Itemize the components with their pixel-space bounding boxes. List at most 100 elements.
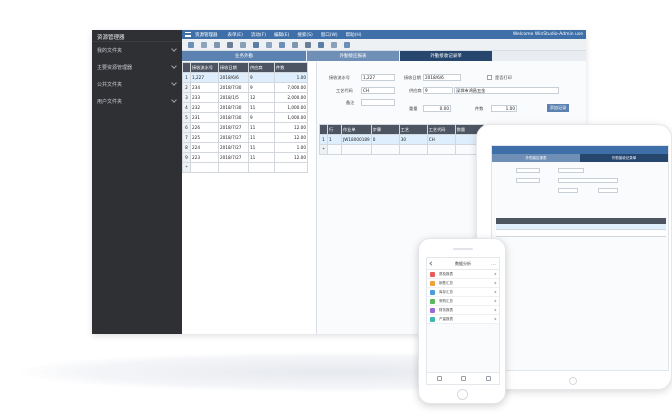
tablet-input[interactable] [558,178,618,183]
new-icon[interactable] [188,41,194,48]
tablet-input[interactable] [516,168,540,173]
cell[interactable]: 2018/6/6 [218,72,249,83]
tablet-tab-record[interactable]: 外勤接收记录单 [580,154,668,162]
cell[interactable]: 2018/1/5 [218,92,249,103]
col-header[interactable]: 接收日期 [218,62,249,73]
cell[interactable]: JW18000189 [341,134,372,145]
table-row[interactable]: 7 225 2018/7/27 11 12.00 [182,132,308,143]
cell[interactable]: 9 [248,82,275,93]
table-row[interactable]: 5 231 2018/7/30 9 1,000.00 [182,112,308,123]
new-row[interactable]: * [319,144,484,155]
cell[interactable]: 11 [248,152,275,163]
hamburger-menu-icon[interactable] [185,32,191,37]
chart-icon[interactable] [318,41,324,48]
col-header[interactable]: 件数 [274,62,308,73]
col-header[interactable]: 工艺 [398,124,428,135]
filter-icon[interactable] [253,41,259,48]
remark-field[interactable] [361,99,395,106]
cell[interactable] [341,144,372,155]
print-icon[interactable] [279,41,285,48]
copy-icon[interactable] [240,41,246,48]
tab-business[interactable]: 业务外勤 [182,51,306,61]
tablet-input[interactable] [558,188,578,193]
menu-edit[interactable]: 编辑(E) [274,32,289,38]
mail-icon[interactable] [305,41,311,48]
col-header[interactable]: 行 [327,124,342,135]
sidebar-item-main-explorer[interactable]: 主要资源管理器 [92,59,182,76]
cell[interactable]: 9 [248,72,275,83]
table-row[interactable]: 8 224 2018/7/27 11 1.00 [182,142,308,153]
cell[interactable]: 232 [190,102,219,113]
cell[interactable]: 12 [248,92,275,103]
list-item[interactable]: 库存汇总 [427,288,499,297]
menu-form[interactable]: 表单(E) [228,32,243,38]
list-item[interactable]: 财务报表 [427,306,499,315]
edit-icon[interactable] [331,41,337,48]
cell[interactable]: 11 [248,132,275,143]
cell[interactable] [370,144,400,155]
cell[interactable]: 2018/7/27 [218,142,249,153]
open-icon[interactable] [201,41,207,48]
cell[interactable]: 2018/7/27 [218,122,249,133]
add-record-button[interactable]: 添加记录 [547,104,569,112]
cell[interactable]: 1,227 [190,72,219,83]
cell[interactable]: 9 [248,112,275,123]
cell[interactable]: 225 [190,132,219,143]
print-checkbox[interactable] [487,75,492,80]
cell[interactable]: CH [426,134,456,145]
cell[interactable]: 11 [248,122,275,133]
cell[interactable]: 1,000.00 [274,112,308,123]
cell[interactable]: 2018/7/30 [218,82,249,93]
home-tab-icon[interactable] [436,376,442,381]
tablet-input[interactable] [598,188,618,193]
cell[interactable]: 2018/7/30 [218,112,249,123]
cell[interactable]: 226 [190,122,219,133]
cell[interactable]: 11 [248,142,275,153]
supplier-no-field[interactable]: 9 [423,87,453,94]
tablet-input[interactable] [516,178,540,183]
phone-home-button[interactable] [457,389,468,400]
cell[interactable]: 234 [190,82,219,93]
cell[interactable] [426,144,456,155]
cell[interactable]: 223 [190,152,219,163]
cell[interactable]: 1 [327,134,342,145]
list-icon[interactable] [266,41,272,48]
sidebar-item-my-folder[interactable]: 我的文件夹 [92,42,182,59]
table-row[interactable]: 1 1 JW18000189 0 30 CH [319,134,484,145]
list-item[interactable]: 质检报表 [427,270,499,279]
cell[interactable]: 2018/7/27 [218,152,249,163]
report-tab-icon[interactable] [461,376,467,381]
list-item[interactable]: 销售汇总 [427,279,499,288]
col-header[interactable]: 作业单 [341,124,372,135]
cell[interactable]: 2018/7/27 [218,132,249,143]
menu-flow[interactable]: 流动(F) [251,32,266,38]
list-item[interactable]: 产量报表 [427,315,499,324]
menu-search[interactable]: 搜索(S) [297,32,312,38]
cell[interactable]: 224 [190,142,219,153]
col-header[interactable]: 接收流水号 [190,62,219,73]
col-header[interactable]: 工艺代码 [426,124,456,135]
settings-icon[interactable] [344,41,350,48]
cell[interactable]: 12.00 [274,122,308,133]
tablet-home-button[interactable] [569,377,577,385]
supplier-name-field[interactable]: 深圳市鸿昌五金 [454,87,559,94]
table-row[interactable]: 6 226 2018/7/27 11 12.00 [182,122,308,133]
cell[interactable]: 30 [398,134,428,145]
list-item[interactable]: 采购汇总 [427,297,499,306]
delete-icon[interactable] [227,41,233,48]
back-icon[interactable] [429,261,434,266]
weight-field[interactable]: 0.00 [423,105,451,112]
menu-window[interactable]: 窗口(W) [321,32,338,38]
refresh-icon[interactable] [214,41,220,48]
receipt-no-field[interactable]: 1,227 [361,74,395,81]
cell[interactable] [398,144,428,155]
table-row[interactable]: 9 223 2018/7/27 11 12.00 [182,152,308,163]
cell[interactable] [248,162,275,173]
receipt-date-field[interactable]: 2018/6/6 [423,74,461,81]
table-row[interactable]: 3 233 2018/1/5 12 2,000.00 [182,92,308,103]
tablet-tab-report[interactable]: 外勤接应报表 [492,154,580,162]
cell[interactable]: 12.00 [274,152,308,163]
menu-help[interactable]: 帮助(H) [346,32,362,38]
tablet-grid-row[interactable] [496,231,666,237]
table-row[interactable]: 2 234 2018/7/30 9 7,000.00 [182,82,308,93]
